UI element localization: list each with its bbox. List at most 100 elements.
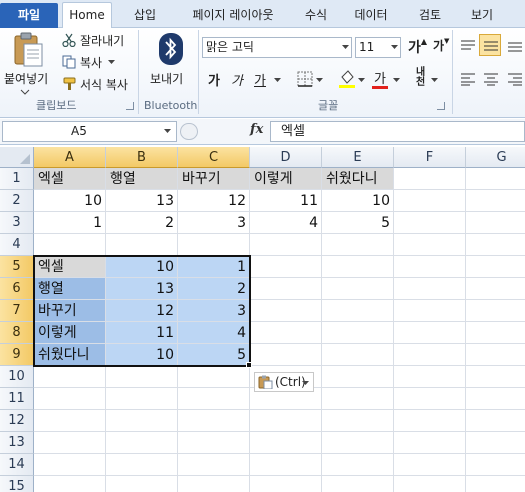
font-name-combo[interactable]: 맑은 고딕	[202, 37, 352, 58]
cell-a2[interactable]: 10	[34, 190, 106, 212]
row-header-7[interactable]: 7	[0, 300, 34, 322]
align-center-icon[interactable]	[483, 72, 499, 86]
align-top-icon[interactable]	[460, 39, 476, 53]
cell-e1[interactable]: 쉬웠다니	[322, 168, 394, 190]
chevron-down-icon[interactable]	[108, 60, 115, 64]
font-color-icon[interactable]: 가	[374, 68, 386, 87]
column-header-g[interactable]: G	[466, 147, 525, 168]
tab-file[interactable]: 파일	[0, 3, 58, 28]
insert-function-icon[interactable]: fx	[250, 122, 263, 137]
tab-review[interactable]: 검토	[410, 4, 450, 28]
chevron-down-icon[interactable]	[431, 78, 438, 82]
tab-home[interactable]: Home	[62, 2, 112, 29]
fill-handle[interactable]	[246, 362, 252, 368]
scissors-icon	[62, 33, 76, 47]
cell-d2[interactable]: 11	[250, 190, 322, 212]
font-color-swatch	[372, 86, 388, 89]
phonetic-guide-icon[interactable]: 내천	[416, 68, 425, 88]
row-header-8[interactable]: 8	[0, 322, 34, 344]
bluetooth-icon[interactable]	[158, 32, 184, 66]
align-left-icon[interactable]	[460, 72, 476, 86]
bold-icon[interactable]: 가	[208, 70, 220, 89]
group-separator	[452, 30, 453, 114]
cell-c1[interactable]: 바꾸기	[178, 168, 250, 190]
bluetooth-send-button[interactable]: 보내기	[150, 70, 183, 87]
clipboard-dialog-launcher[interactable]	[126, 102, 134, 110]
row-header-1[interactable]: 1	[0, 168, 34, 190]
row-header-14[interactable]: 14	[0, 454, 34, 476]
format-painter-icon	[63, 77, 76, 90]
copy-icon	[62, 55, 76, 69]
column-header-c[interactable]: C	[178, 147, 250, 168]
cell-d3[interactable]: 4	[250, 212, 322, 234]
column-header-b[interactable]: B	[106, 147, 178, 168]
chevron-down-icon	[302, 381, 309, 385]
tab-page-layout[interactable]: 페이지 레이아웃	[178, 4, 288, 28]
underline-icon[interactable]: 가	[254, 70, 266, 89]
cell-e2[interactable]: 10	[322, 190, 394, 212]
ribbon-tab-bar: 파일 Home 삽입 페이지 레이아웃 수식 데이터 검토 보기	[0, 0, 525, 29]
row-header-5[interactable]: 5	[0, 256, 34, 278]
paste-icon[interactable]	[12, 32, 44, 68]
row-header-4[interactable]: 4	[0, 234, 34, 256]
row-header-3[interactable]: 3	[0, 212, 34, 234]
column-header-d[interactable]: D	[250, 147, 322, 168]
chevron-down-icon[interactable]	[316, 78, 323, 82]
row-header-13[interactable]: 13	[0, 432, 34, 454]
cut-button[interactable]: 잘라내기	[80, 32, 124, 49]
column-header-f[interactable]: F	[394, 147, 466, 168]
row-header-6[interactable]: 6	[0, 278, 34, 300]
column-header-e[interactable]: E	[322, 147, 394, 168]
cell-d1[interactable]: 이렇게	[250, 168, 322, 190]
worksheet-grid[interactable]: A B C D E F G 1 2 3 4 5 6 7 8 9 10 11 12…	[0, 147, 525, 492]
cell-e3[interactable]: 5	[322, 212, 394, 234]
tab-data[interactable]: 데이터	[346, 4, 396, 28]
cell-c2[interactable]: 12	[178, 190, 250, 212]
formula-bar: A5 fx 엑셀	[0, 119, 525, 145]
clipboard-group-label: 클립보드	[36, 99, 77, 112]
row-header-11[interactable]: 11	[0, 388, 34, 410]
borders-icon[interactable]	[297, 71, 313, 87]
formula-bar-splitter[interactable]	[180, 123, 198, 140]
fill-color-icon[interactable]	[338, 69, 356, 89]
format-painter-button[interactable]: 서식 복사	[80, 76, 128, 93]
group-separator	[138, 30, 139, 114]
cell-b3[interactable]: 2	[106, 212, 178, 234]
select-all-icon	[20, 154, 30, 164]
chevron-down-icon[interactable]	[164, 129, 171, 133]
align-middle-icon	[484, 41, 498, 51]
align-middle-button[interactable]	[479, 34, 501, 56]
font-dialog-launcher[interactable]	[437, 102, 445, 110]
chevron-down-icon[interactable]	[342, 45, 349, 49]
row-header-10[interactable]: 10	[0, 366, 34, 388]
row-header-12[interactable]: 12	[0, 410, 34, 432]
column-header-a[interactable]: A	[34, 147, 106, 168]
chevron-down-icon[interactable]	[393, 78, 400, 82]
row-header-2[interactable]: 2	[0, 190, 34, 212]
cell-a1[interactable]: 엑셀	[34, 168, 106, 190]
row-header-15[interactable]: 15	[0, 476, 34, 492]
chevron-down-icon[interactable]	[274, 78, 281, 82]
tab-insert[interactable]: 삽입	[125, 4, 165, 28]
chevron-down-icon[interactable]	[358, 78, 365, 82]
cell-a3[interactable]: 1	[34, 212, 106, 234]
copy-button[interactable]: 복사	[80, 54, 102, 71]
align-right-icon[interactable]	[507, 72, 523, 86]
chevron-down-icon[interactable]	[391, 45, 398, 49]
italic-icon[interactable]: 가	[231, 70, 243, 89]
formula-input[interactable]: 엑셀	[270, 121, 525, 142]
paste-button[interactable]: 붙여넣기	[4, 70, 48, 87]
decrease-font-size-icon[interactable]: 가▼	[433, 37, 449, 54]
cell-c3[interactable]: 3	[178, 212, 250, 234]
paste-options-button[interactable]: (Ctrl)	[254, 372, 314, 392]
row-header-9[interactable]: 9	[0, 344, 34, 366]
select-all-corner[interactable]	[0, 147, 34, 168]
increase-font-size-icon[interactable]: 가▲	[408, 37, 427, 57]
align-bottom-icon[interactable]	[507, 39, 523, 53]
cell-b1[interactable]: 행열	[106, 168, 178, 190]
name-box[interactable]: A5	[2, 121, 177, 142]
tab-formulas[interactable]: 수식	[296, 4, 336, 28]
cell-b2[interactable]: 13	[106, 190, 178, 212]
tab-view[interactable]: 보기	[462, 4, 502, 28]
chevron-down-icon[interactable]	[20, 89, 30, 95]
